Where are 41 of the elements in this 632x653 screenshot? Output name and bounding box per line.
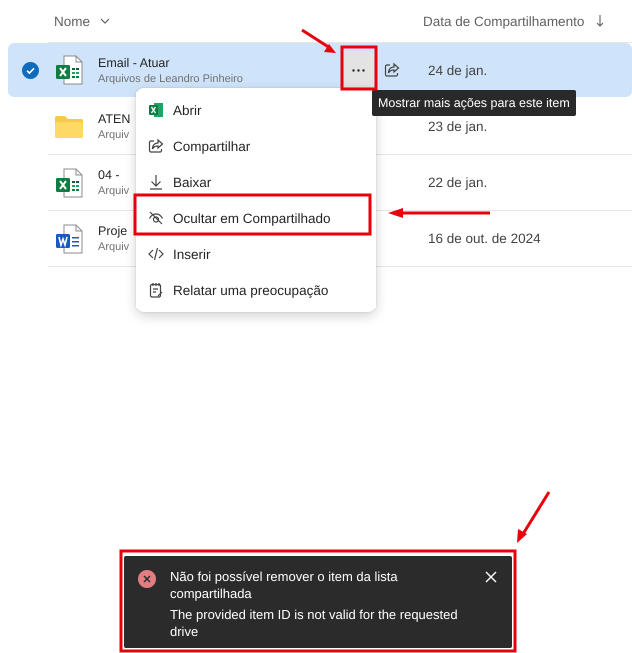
chevron-down-icon[interactable]: [100, 18, 110, 24]
word-file-icon: [55, 224, 83, 254]
eye-off-icon: [148, 210, 164, 226]
more-button[interactable]: [342, 52, 374, 88]
file-owner: Arquiv: [98, 185, 130, 197]
report-icon: [148, 282, 164, 298]
checkmark-icon[interactable]: [22, 62, 39, 79]
close-icon: [484, 570, 498, 584]
share-icon: [148, 138, 164, 154]
folder-icon: [54, 114, 84, 138]
code-icon: [148, 246, 164, 262]
menu-item[interactable]: Baixar: [136, 164, 376, 200]
column-header[interactable]: Data de Compartilhamento: [423, 14, 584, 28]
excel-file-icon: [55, 55, 83, 85]
share-date: 16 de out. de 2024: [427, 231, 541, 246]
file-name[interactable]: Email - Atuar: [98, 56, 337, 70]
menu-item[interactable]: Ocultar em Compartilhado: [136, 200, 376, 236]
more-icon: [352, 68, 364, 72]
toast-title: Não foi possível remover o item da lista compartilhada: [170, 568, 399, 602]
share-date: 24 de jan.: [427, 62, 488, 78]
menu-item[interactable]: Relatar uma preocupação: [136, 272, 376, 308]
toast-message: The provided item ID is not valid for the requested drive: [170, 606, 459, 640]
annotation-arrow: [301, 28, 336, 53]
error-icon: [138, 570, 156, 588]
highlight-frame: [340, 46, 378, 90]
menu-item[interactable]: Inserir: [136, 236, 376, 272]
share-icon: [384, 62, 400, 78]
menu-item[interactable]: Abrir: [136, 92, 376, 128]
menu-item[interactable]: Compartilhar: [136, 128, 376, 164]
file-owner: Arquiv: [98, 129, 130, 141]
column-header[interactable]: Nome: [54, 14, 90, 28]
share-date: 22 de jan.: [427, 175, 488, 190]
tooltip: Mostrar mais ações para este item: [372, 90, 576, 116]
share-date: 23 de jan.: [427, 119, 488, 134]
excel-icon: [148, 102, 164, 118]
annotation-arrow: [517, 491, 550, 543]
download-icon: [148, 174, 164, 190]
excel-file-icon: [55, 168, 83, 198]
file-owner: Arquivos de Leandro Pinheiro: [98, 72, 244, 84]
file-owner: Arquiv: [98, 241, 130, 253]
sort-down-icon[interactable]: [596, 15, 604, 27]
